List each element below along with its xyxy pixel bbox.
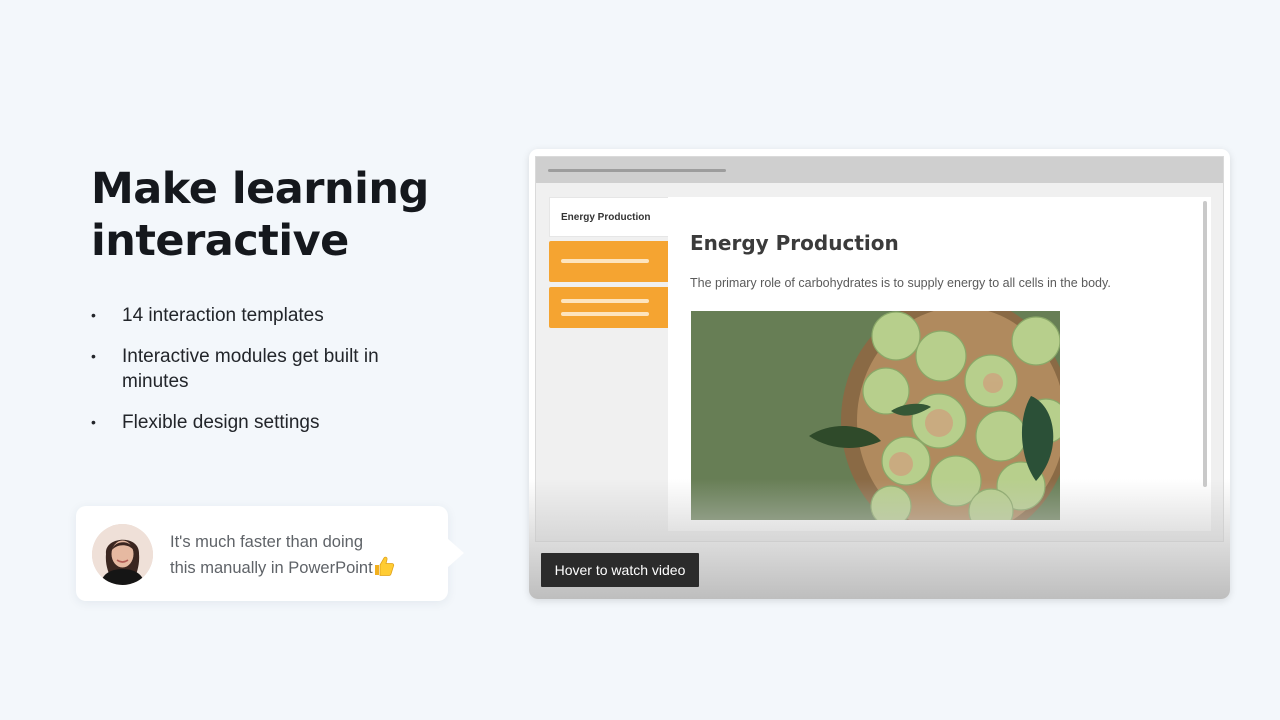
speech-bubble-tail (447, 538, 464, 568)
video-preview[interactable]: Energy Production Energy Production The … (529, 149, 1230, 599)
feature-list: • 14 interaction templates • Interactive… (91, 303, 411, 451)
placeholder-line (561, 299, 649, 303)
content-title: Energy Production (690, 231, 899, 255)
nav-tab-energy-production: Energy Production (549, 197, 671, 237)
apples-image (691, 311, 1060, 520)
testimonial-line-2: this manually in PowerPoint (170, 559, 373, 577)
nav-tab-placeholder (549, 241, 671, 282)
bullet-icon: • (91, 414, 96, 430)
feature-item: • 14 interaction templates (91, 303, 411, 328)
nav-tab-placeholder (549, 287, 671, 328)
content-panel: Energy Production The primary role of ca… (668, 197, 1211, 531)
feature-text: 14 interaction templates (122, 305, 324, 326)
placeholder-line (561, 259, 649, 263)
testimonial-line-1: It's much faster than doing (170, 533, 364, 551)
content-body: The primary role of carbohydrates is to … (690, 276, 1111, 290)
feature-item: • Flexible design settings (91, 410, 411, 435)
thumbs-up-icon (373, 555, 395, 577)
headline-line-2: interactive (91, 216, 349, 266)
progress-track (548, 169, 726, 172)
scrollbar (1203, 201, 1207, 487)
headline-line-1: Make learning (91, 164, 429, 214)
placeholder-line (561, 312, 649, 316)
testimonial-text: It's much faster than doing this manuall… (170, 530, 435, 581)
course-progress-bar (536, 157, 1223, 183)
page-headline: Make learning interactive (91, 163, 471, 267)
watch-video-button[interactable]: Hover to watch video (541, 553, 699, 587)
testimonial-card: It's much faster than doing this manuall… (76, 506, 464, 601)
bullet-icon: • (91, 348, 96, 364)
feature-text: Flexible design settings (122, 412, 320, 433)
avatar (92, 524, 153, 585)
bullet-icon: • (91, 307, 96, 323)
course-screen: Energy Production Energy Production The … (535, 156, 1224, 542)
feature-item: • Interactive modules get built in minut… (91, 344, 411, 394)
feature-text: Interactive modules get built in minutes (122, 346, 379, 392)
